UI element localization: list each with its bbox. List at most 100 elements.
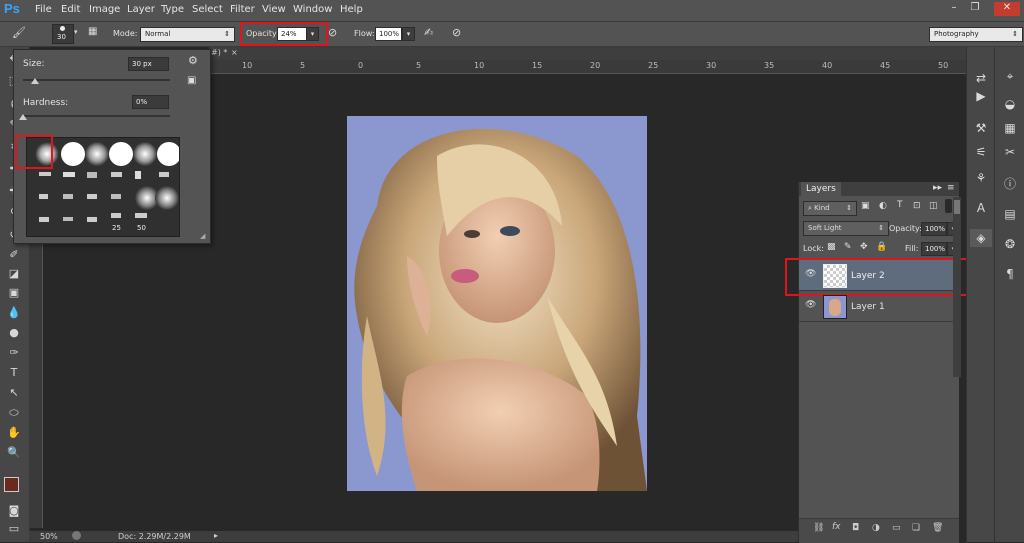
create-preset-icon[interactable]: ▣ (187, 75, 196, 86)
info-icon[interactable]: ⓘ (999, 175, 1021, 193)
size-slider[interactable] (23, 79, 170, 81)
new-layer-icon[interactable]: ❏ (912, 523, 920, 533)
menu-window[interactable]: Window (293, 4, 332, 15)
quick-mask-icon[interactable]: ◙ (4, 503, 24, 519)
layers-tab[interactable]: Layers (801, 182, 841, 196)
type-tool-icon[interactable]: T (4, 365, 24, 381)
filter-pixel-icon[interactable]: ▣ (861, 201, 870, 211)
gradient-tool-icon[interactable]: ▣ (4, 285, 24, 301)
visibility-eye-icon[interactable]: 👁 (805, 300, 816, 310)
panel-menu-icon[interactable]: ≡ (947, 183, 955, 193)
hardness-slider[interactable] (23, 115, 170, 117)
ellipse-tool-icon[interactable]: ⬭ (4, 405, 24, 421)
menu-view[interactable]: View (262, 4, 286, 15)
properties-icon[interactable]: ▤ (999, 205, 1021, 223)
layer-style-icon[interactable]: fx (832, 522, 841, 532)
menu-type[interactable]: Type (161, 4, 184, 15)
flow-field[interactable]: 100% (375, 27, 402, 41)
history-icon[interactable]: ⇄ (970, 69, 992, 87)
pressure-size-icon[interactable]: ⊘ (452, 26, 461, 39)
path-select-tool-icon[interactable]: ↖ (4, 385, 24, 401)
brush-tip-leaves[interactable] (159, 172, 169, 177)
restore-icon[interactable]: ❐ (967, 2, 983, 16)
layers-scrollbar[interactable] (953, 197, 961, 377)
link-layers-icon[interactable]: ⛓ (813, 523, 824, 533)
opacity-dropdown[interactable]: ▾ (306, 27, 319, 41)
close-icon[interactable]: ✕ (994, 2, 1020, 16)
brush-tip-charcoal[interactable] (111, 194, 121, 199)
opacity-field[interactable]: 24% (277, 27, 307, 41)
brush-tip-hard-round[interactable] (109, 142, 133, 166)
status-info-icon[interactable] (72, 531, 81, 540)
channels-icon[interactable]: ❂ (999, 235, 1021, 253)
scrollbar-thumb[interactable] (954, 200, 960, 214)
brush-tip-soft-round[interactable] (133, 142, 157, 166)
brush-tip-star[interactable] (87, 172, 97, 178)
clone-source-icon[interactable]: ⚘ (970, 169, 992, 187)
menu-edit[interactable]: Edit (61, 4, 80, 15)
filter-toggle[interactable] (945, 199, 952, 213)
zoom-level[interactable]: 50% (40, 532, 58, 541)
actions-play-icon[interactable]: ▶ (970, 87, 992, 105)
brush-tip-flat[interactable] (135, 213, 147, 218)
blend-mode-select[interactable]: Soft Light ⇕ (803, 221, 889, 236)
brush-tip-chalk[interactable] (39, 172, 51, 176)
paragraph-icon[interactable]: ¶ (999, 265, 1021, 283)
zoom-tool-icon[interactable]: 🔍 (4, 445, 24, 461)
layer-filter-select[interactable]: ⌕ Kind ⇕ (803, 201, 857, 216)
menu-image[interactable]: Image (89, 4, 120, 15)
filter-adjustment-icon[interactable]: ◐ (879, 201, 887, 211)
menu-filter[interactable]: Filter (230, 4, 255, 15)
mode-select[interactable]: Normal ⇕ (140, 27, 235, 42)
dodge-tool-icon[interactable]: ● (4, 325, 24, 341)
gear-icon[interactable]: ⚙ (188, 54, 198, 67)
brush-tip-charcoal[interactable] (87, 194, 97, 199)
menu-layer[interactable]: Layer (127, 4, 155, 15)
menu-help[interactable]: Help (340, 4, 363, 15)
add-mask-icon[interactable]: ◘ (852, 523, 859, 533)
navigator-icon[interactable]: ⌖ (999, 67, 1021, 85)
lock-position-icon[interactable]: ✥ (860, 242, 868, 252)
airbrush-icon[interactable]: ✍ (424, 26, 433, 39)
styles-icon[interactable]: ✂ (999, 143, 1021, 161)
brush-presets-icon[interactable]: ⚒ (970, 119, 992, 137)
brush-tip-soft-round[interactable] (155, 186, 179, 210)
blur-tool-icon[interactable]: 💧 (4, 305, 24, 321)
menu-select[interactable]: Select (192, 4, 223, 15)
layer-name[interactable]: Layer 1 (851, 302, 885, 312)
adjustments-icon[interactable]: ◒ (999, 95, 1021, 113)
screen-mode-icon[interactable]: ▭ (4, 521, 24, 537)
lock-pixels-icon[interactable]: ✎ (844, 242, 852, 252)
layer-opacity-field[interactable]: 100% (921, 222, 947, 236)
brush-tip-chalk[interactable] (63, 172, 75, 177)
brush-tip-oil[interactable] (63, 217, 73, 221)
lock-all-icon[interactable]: 🔒 (876, 242, 887, 252)
collapse-icon[interactable]: ▸▸ (933, 183, 942, 193)
brush-tip-oil[interactable] (39, 217, 49, 222)
pressure-opacity-icon[interactable]: ⊘ (328, 26, 337, 39)
brush-tool-icon[interactable]: 🖌 (12, 26, 26, 39)
brush-tip-soft-round[interactable] (85, 142, 109, 166)
flow-dropdown[interactable]: ▾ (402, 27, 415, 41)
brush-tip-flat[interactable] (111, 213, 121, 218)
filter-smart-object-icon[interactable]: ◫ (929, 201, 938, 211)
brush-tool-icon[interactable]: ✐ (4, 247, 24, 263)
brush-tip-scattered[interactable] (39, 194, 48, 199)
brush-tip-hard-round[interactable] (61, 142, 85, 166)
filter-shape-icon[interactable]: ⊡ (913, 201, 921, 211)
fill-field[interactable]: 100% (921, 242, 947, 256)
size-slider-knob[interactable] (30, 78, 39, 84)
brush-tip-dune-grass[interactable] (111, 172, 122, 177)
document-tab[interactable]: #) * (211, 48, 227, 57)
minimize-icon[interactable]: – (946, 2, 962, 16)
brush-tip-scattered[interactable] (63, 194, 73, 199)
new-group-icon[interactable]: ▭ (892, 523, 901, 533)
brush-panel-toggle-icon[interactable]: ▦ (88, 26, 97, 37)
size-field[interactable]: 30 px (128, 57, 169, 71)
brush-tip-hard-round[interactable] (157, 142, 179, 166)
close-tab-icon[interactable]: × (231, 48, 238, 57)
resize-grip-icon[interactable]: ◢ (200, 232, 205, 240)
brush-tip-grass[interactable] (135, 171, 141, 179)
foreground-color-swatch[interactable] (4, 477, 19, 492)
brush-settings-icon[interactable]: ⚟ (970, 143, 992, 161)
